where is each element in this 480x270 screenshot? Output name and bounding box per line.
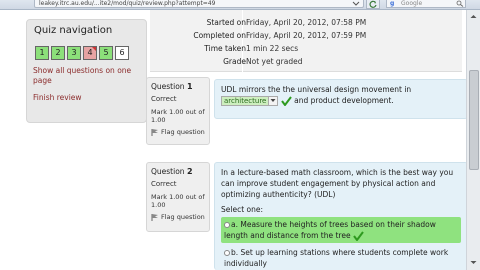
answer-option-b-label: b. Set up learning stations where studen… — [224, 248, 449, 268]
question-button-4[interactable]: 4 — [83, 46, 97, 60]
question-1-content: UDL mirrors the the universal design mov… — [214, 79, 468, 119]
question-1-info: Question 1 Correct Mark 1.00 out of 1.00… — [146, 77, 210, 145]
question-number-value: 1 — [186, 82, 193, 91]
answer-dropdown-value: architecture — [224, 97, 267, 105]
question-mark: Mark 1.00 out of 1.00 — [151, 193, 205, 209]
flag-question-toggle[interactable]: Flag question — [151, 213, 205, 221]
page-left-margin — [0, 10, 14, 270]
question-number-value: 2 — [186, 167, 193, 176]
reload-icon — [369, 0, 377, 8]
question-text-after: and product development. — [294, 96, 394, 105]
summary-value: Friday, April 20, 2012, 07:58 PM — [246, 18, 367, 27]
radio-button-a[interactable] — [224, 222, 230, 228]
finish-review-link[interactable]: Finish review — [33, 93, 82, 103]
question-2-content: In a lecture-based math classroom, which… — [214, 162, 468, 270]
answer-option-a-label: a. Measure the heights of trees based on… — [224, 220, 436, 240]
answer-dropdown[interactable]: architecture — [221, 96, 279, 106]
question-button-label: 2 — [55, 48, 61, 57]
question-text-before: UDL mirrors the the universal design mov… — [221, 85, 412, 94]
check-icon — [280, 96, 292, 106]
reload-button[interactable] — [366, 0, 380, 9]
select-one-label: Select one: — [221, 205, 264, 214]
summary-row: Grade Not yet graded — [150, 55, 462, 68]
summary-label: Completed on — [193, 31, 246, 40]
answer-option-b[interactable]: b. Set up learning stations where studen… — [221, 245, 461, 270]
question-button-label: 5 — [103, 48, 109, 57]
question-button-3[interactable]: 3 — [67, 46, 81, 60]
quiz-navigation-title: Quiz navigation — [34, 25, 113, 36]
dropdown-arrow-icon — [268, 97, 278, 105]
browser-toolbar: leakey.itrc.au.edu/...ite2/mod/quiz/revi… — [0, 0, 480, 10]
flag-question-label: Flag question — [161, 128, 205, 136]
question-2-text: In a lecture-based math classroom, which… — [221, 168, 454, 199]
question-button-label: 3 — [71, 48, 77, 57]
flag-icon — [151, 214, 158, 221]
question-buttons: 1 2 3 4 5 6 — [35, 46, 129, 60]
google-icon: g — [390, 0, 395, 7]
summary-value: 1 min 22 secs — [246, 44, 299, 53]
flag-icon — [151, 129, 158, 136]
search-input[interactable]: g Google — [386, 0, 466, 8]
question-button-5[interactable]: 5 — [99, 46, 113, 60]
chevron-down-icon — [270, 99, 276, 102]
scroll-down-icon[interactable] — [468, 257, 479, 268]
attempt-summary-table: Started on Friday, April 20, 2012, 07:58… — [150, 10, 462, 72]
question-1-text: UDL mirrors the the universal design mov… — [221, 84, 461, 106]
search-icon[interactable] — [456, 0, 464, 7]
summary-row: Started on Friday, April 20, 2012, 07:58… — [150, 16, 462, 29]
search-placeholder: Google — [401, 0, 423, 7]
check-icon — [353, 231, 364, 241]
question-button-label: 6 — [119, 48, 125, 57]
question-label: Question — [151, 82, 185, 91]
summary-row: Time taken 1 min 22 secs — [150, 42, 462, 55]
question-2-info: Question 2 Correct Mark 1.00 out of 1.00… — [146, 162, 210, 232]
summary-value: Not yet graded — [246, 57, 303, 66]
question-state: Correct — [151, 95, 177, 103]
question-number: Question 2 — [151, 167, 205, 177]
summary-label: Started on — [206, 18, 246, 27]
scrollbar-thumb[interactable] — [469, 70, 479, 170]
url-text: leakey.itrc.au.edu/...ite2/mod/quiz/revi… — [39, 0, 216, 7]
question-label: Question — [151, 167, 185, 176]
question-button-6[interactable]: 6 — [115, 46, 129, 60]
question-button-label: 1 — [39, 48, 45, 57]
flag-question-toggle[interactable]: Flag question — [151, 128, 205, 136]
show-all-questions-link[interactable]: Show all questions on one page — [33, 66, 145, 86]
question-number: Question 1 — [151, 82, 205, 92]
radio-button-b[interactable] — [224, 250, 230, 256]
address-bar[interactable]: leakey.itrc.au.edu/...ite2/mod/quiz/revi… — [34, 0, 364, 8]
flag-question-label: Flag question — [161, 213, 205, 221]
question-button-1[interactable]: 1 — [35, 46, 49, 60]
summary-value: Friday, April 20, 2012, 07:59 PM — [246, 31, 367, 40]
summary-row: Completed on Friday, April 20, 2012, 07:… — [150, 29, 462, 42]
answer-option-a[interactable]: a. Measure the heights of trees based on… — [221, 217, 461, 243]
summary-label: Grade — [223, 57, 246, 66]
vertical-scrollbar[interactable] — [466, 10, 480, 270]
quiz-navigation-block: Quiz navigation 1 2 3 4 5 6 Show all que… — [26, 19, 147, 123]
chevron-down-icon[interactable] — [352, 1, 360, 7]
question-state: Correct — [151, 180, 177, 188]
scroll-up-icon[interactable] — [468, 11, 479, 22]
question-mark: Mark 1.00 out of 1.00 — [151, 108, 205, 124]
summary-label: Time taken — [204, 44, 246, 53]
flag-marker-icon — [92, 47, 96, 51]
question-button-2[interactable]: 2 — [51, 46, 65, 60]
